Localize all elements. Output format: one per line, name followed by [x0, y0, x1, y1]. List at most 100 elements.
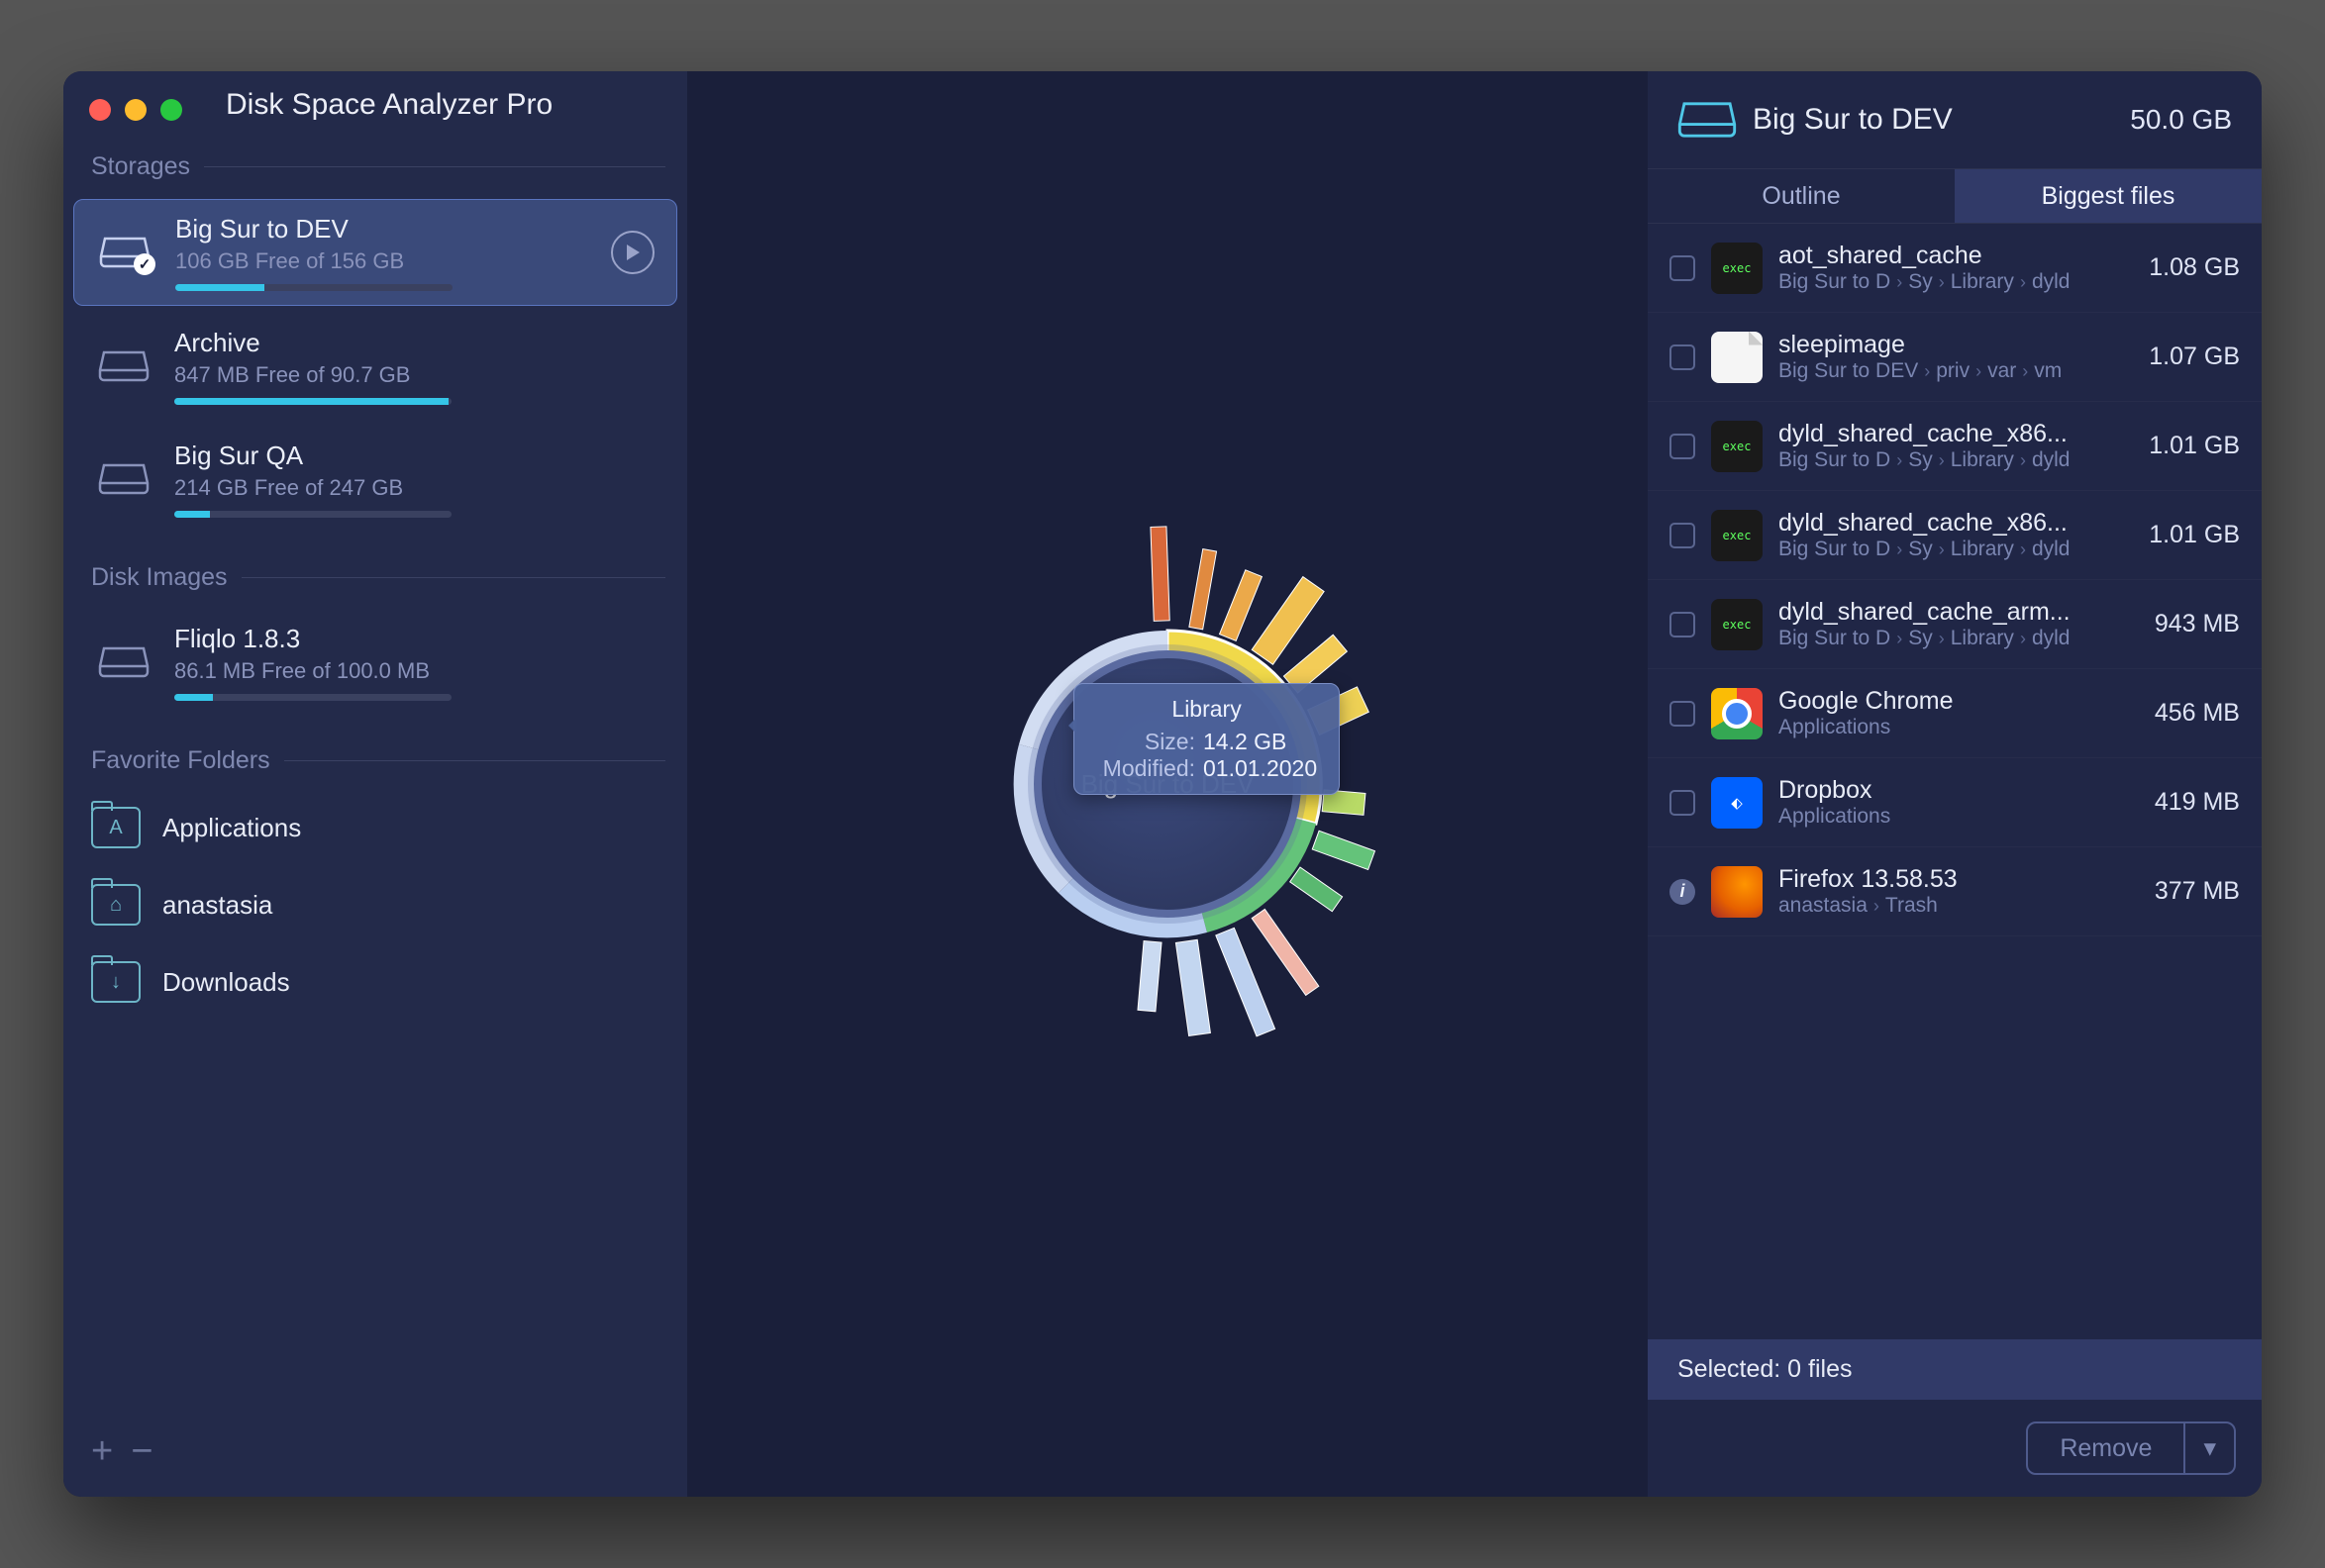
folder-icon: ↓	[91, 961, 141, 1003]
section-favorites: Favorite Folders	[63, 719, 687, 789]
close-window-button[interactable]	[89, 99, 111, 121]
file-path: Big Sur to D›Sy›Library›dyld	[1778, 270, 2133, 294]
checkbox[interactable]	[1669, 523, 1695, 548]
favorite-label: anastasia	[162, 890, 272, 921]
storage-item-selected[interactable]: ✓ Big Sur to DEV 106 GB Free of 156 GB	[73, 199, 677, 306]
storage-item[interactable]: Big Sur QA 214 GB Free of 247 GB	[73, 427, 677, 532]
remove-label: Remove	[2028, 1424, 2183, 1473]
storage-meta: Fliqlo 1.8.3 86.1 MB Free of 100.0 MB	[174, 624, 656, 701]
minimize-window-button[interactable]	[125, 99, 147, 121]
storage-free: 847 MB Free of 90.7 GB	[174, 362, 656, 388]
file-meta: Firefox 13.58.53anastasia›Trash	[1778, 865, 2139, 918]
favorite-label: Applications	[162, 813, 301, 843]
file-name: dyld_shared_cache_x86...	[1778, 509, 2133, 538]
section-storages: Storages	[63, 125, 687, 195]
file-name: dyld_shared_cache_arm...	[1778, 598, 2139, 627]
file-path: Big Sur to D›Sy›Library›dyld	[1778, 538, 2133, 561]
file-row[interactable]: exec dyld_shared_cache_x86...Big Sur to D…	[1648, 402, 2262, 491]
file-meta: dyld_shared_cache_x86...Big Sur to D›Sy›…	[1778, 420, 2133, 472]
right-panel: Big Sur to DEV 50.0 GB Outline Biggest f…	[1648, 71, 2262, 1497]
chevron-down-icon[interactable]: ▾	[2183, 1423, 2234, 1473]
file-row[interactable]: exec dyld_shared_cache_arm...Big Sur to D…	[1648, 580, 2262, 669]
fullscreen-window-button[interactable]	[160, 99, 182, 121]
checkmark-icon: ✓	[134, 253, 155, 275]
divider	[242, 577, 665, 578]
scan-button[interactable]	[611, 231, 655, 274]
file-icon: exec	[1711, 243, 1763, 294]
file-name: sleepimage	[1778, 331, 2133, 359]
storage-bar	[175, 284, 453, 291]
tabs: Outline Biggest files	[1648, 168, 2262, 224]
storage-name: Fliqlo 1.8.3	[174, 624, 656, 654]
checkbox[interactable]	[1669, 344, 1695, 370]
file-meta: DropboxApplications	[1778, 776, 2139, 829]
titlebar: Disk Space Analyzer Pro	[63, 85, 687, 125]
file-row[interactable]: exec aot_shared_cacheBig Sur to D›Sy›Libr…	[1648, 224, 2262, 313]
storage-name: Big Sur to DEV	[175, 214, 589, 245]
storage-bar	[174, 511, 452, 518]
file-size: 943 MB	[2155, 610, 2240, 638]
tooltip: Library Size: 14.2 GB Modified: 01.01.20…	[1073, 683, 1340, 795]
storage-item[interactable]: Archive 847 MB Free of 90.7 GB	[73, 314, 677, 419]
favorite-folder-downloads[interactable]: ↓ Downloads	[63, 943, 687, 1021]
storage-free: 86.1 MB Free of 100.0 MB	[174, 658, 656, 684]
checkbox[interactable]	[1669, 434, 1695, 459]
file-row[interactable]: exec dyld_shared_cache_x86...Big Sur to D…	[1648, 491, 2262, 580]
file-name: Firefox 13.58.53	[1778, 865, 2139, 894]
favorite-folder-home[interactable]: ⌂ anastasia	[63, 866, 687, 943]
storage-name: Archive	[174, 328, 656, 358]
checkbox[interactable]	[1669, 790, 1695, 816]
file-meta: dyld_shared_cache_arm...Big Sur to D›Sy›…	[1778, 598, 2139, 650]
tooltip-modified-value: 01.01.2020	[1203, 755, 1317, 782]
info-icon[interactable]: i	[1669, 879, 1695, 905]
checkbox[interactable]	[1669, 612, 1695, 637]
file-row[interactable]: Google ChromeApplications456 MB	[1648, 669, 2262, 758]
checkbox[interactable]	[1669, 255, 1695, 281]
drive-icon	[95, 643, 152, 681]
file-name: dyld_shared_cache_x86...	[1778, 420, 2133, 448]
file-row[interactable]: sleepimageBig Sur to DEV›priv›var›vm 1.07…	[1648, 313, 2262, 402]
file-icon	[1711, 688, 1763, 739]
app-title: Disk Space Analyzer Pro	[226, 88, 687, 122]
tab-outline[interactable]: Outline	[1648, 169, 1955, 223]
remove-button[interactable]: −	[131, 1430, 152, 1473]
storage-bar	[174, 694, 452, 701]
add-button[interactable]: +	[91, 1430, 113, 1473]
file-path: Applications	[1778, 716, 2139, 739]
storage-meta: Big Sur QA 214 GB Free of 247 GB	[174, 441, 656, 518]
storage-bar-fill	[174, 511, 210, 518]
selected-bar: Selected: 0 files	[1648, 1339, 2262, 1400]
drive-icon: ✓	[96, 234, 153, 271]
file-meta: sleepimageBig Sur to DEV›priv›var›vm	[1778, 331, 2133, 383]
file-icon	[1711, 332, 1763, 383]
file-row[interactable]: ⬖ DropboxApplications 419 MB	[1648, 758, 2262, 847]
file-icon: ⬖	[1711, 777, 1763, 829]
favorite-folder-applications[interactable]: A Applications	[63, 789, 687, 866]
file-size: 1.01 GB	[2149, 432, 2240, 460]
file-icon: exec	[1711, 510, 1763, 561]
file-meta: Google ChromeApplications	[1778, 687, 2139, 739]
file-icon: exec	[1711, 421, 1763, 472]
section-favorites-label: Favorite Folders	[91, 746, 270, 775]
file-icon	[1711, 866, 1763, 918]
file-name: aot_shared_cache	[1778, 242, 2133, 270]
checkbox[interactable]	[1669, 701, 1695, 727]
file-list[interactable]: execaot_shared_cacheBig Sur to D›Sy›Libr…	[1648, 224, 2262, 1339]
disk-image-item[interactable]: Fliqlo 1.8.3 86.1 MB Free of 100.0 MB	[73, 610, 677, 715]
file-size: 419 MB	[2155, 788, 2240, 817]
file-size: 377 MB	[2155, 877, 2240, 906]
tooltip-modified-label: Modified:	[1096, 755, 1195, 782]
right-header: Big Sur to DEV 50.0 GB	[1648, 71, 2262, 168]
file-path: Big Sur to D›Sy›Library›dyld	[1778, 448, 2133, 472]
divider	[284, 760, 665, 761]
section-disk-images: Disk Images	[63, 536, 687, 606]
file-path: Big Sur to D›Sy›Library›dyld	[1778, 627, 2139, 650]
file-row[interactable]: i Firefox 13.58.53anastasia›Trash 377 MB	[1648, 847, 2262, 936]
tab-biggest-files[interactable]: Biggest files	[1955, 169, 2262, 223]
file-icon: exec	[1711, 599, 1763, 650]
file-name: Dropbox	[1778, 776, 2139, 805]
storage-meta: Archive 847 MB Free of 90.7 GB	[174, 328, 656, 405]
remove-button[interactable]: Remove ▾	[2026, 1421, 2236, 1475]
file-size: 1.07 GB	[2149, 343, 2240, 371]
file-path: anastasia›Trash	[1778, 894, 2139, 918]
